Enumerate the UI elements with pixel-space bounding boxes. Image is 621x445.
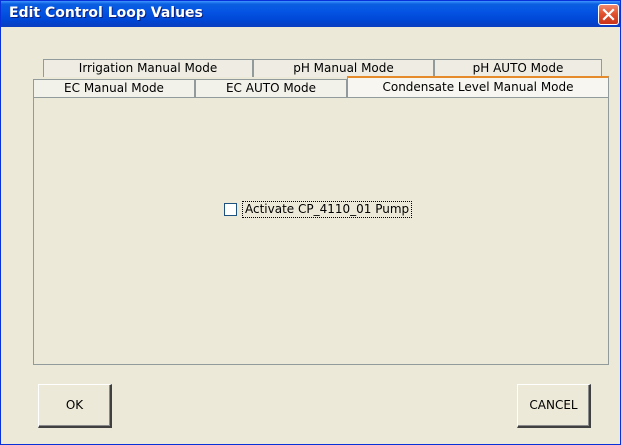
tab-label: pH Manual Mode (293, 61, 394, 75)
dialog-window: Edit Control Loop Values Irrigation Manu… (0, 0, 621, 445)
cancel-button[interactable]: CANCEL (517, 384, 591, 428)
tab-ph-manual-mode[interactable]: pH Manual Mode (253, 59, 434, 77)
close-icon (602, 8, 615, 21)
title-bar[interactable]: Edit Control Loop Values (1, 1, 620, 27)
tab-label: EC Manual Mode (64, 81, 164, 95)
cancel-button-label: CANCEL (529, 398, 578, 412)
close-button[interactable] (598, 4, 619, 25)
tab-panel (33, 97, 609, 365)
tab-label: Irrigation Manual Mode (78, 61, 218, 75)
tab-label: pH AUTO Mode (472, 61, 564, 75)
ok-button-label: OK (65, 398, 84, 412)
activate-pump-label[interactable]: Activate CP_4110_01 Pump (242, 200, 413, 218)
tab-label: EC AUTO Mode (225, 81, 317, 95)
activate-pump-option[interactable]: Activate CP_4110_01 Pump (224, 200, 413, 218)
tab-ec-auto-mode[interactable]: EC AUTO Mode (195, 79, 347, 97)
activate-pump-checkbox[interactable] (224, 202, 237, 216)
tab-condensate-level-manual-mode[interactable]: Condensate Level Manual Mode (347, 76, 609, 97)
window-title: Edit Control Loop Values (9, 5, 203, 21)
tab-irrigation-manual-mode[interactable]: Irrigation Manual Mode (43, 59, 253, 77)
tab-ph-auto-mode[interactable]: pH AUTO Mode (434, 59, 602, 77)
tab-ec-manual-mode[interactable]: EC Manual Mode (33, 79, 195, 97)
tab-label: Condensate Level Manual Mode (382, 80, 574, 94)
ok-button[interactable]: OK (38, 384, 112, 428)
